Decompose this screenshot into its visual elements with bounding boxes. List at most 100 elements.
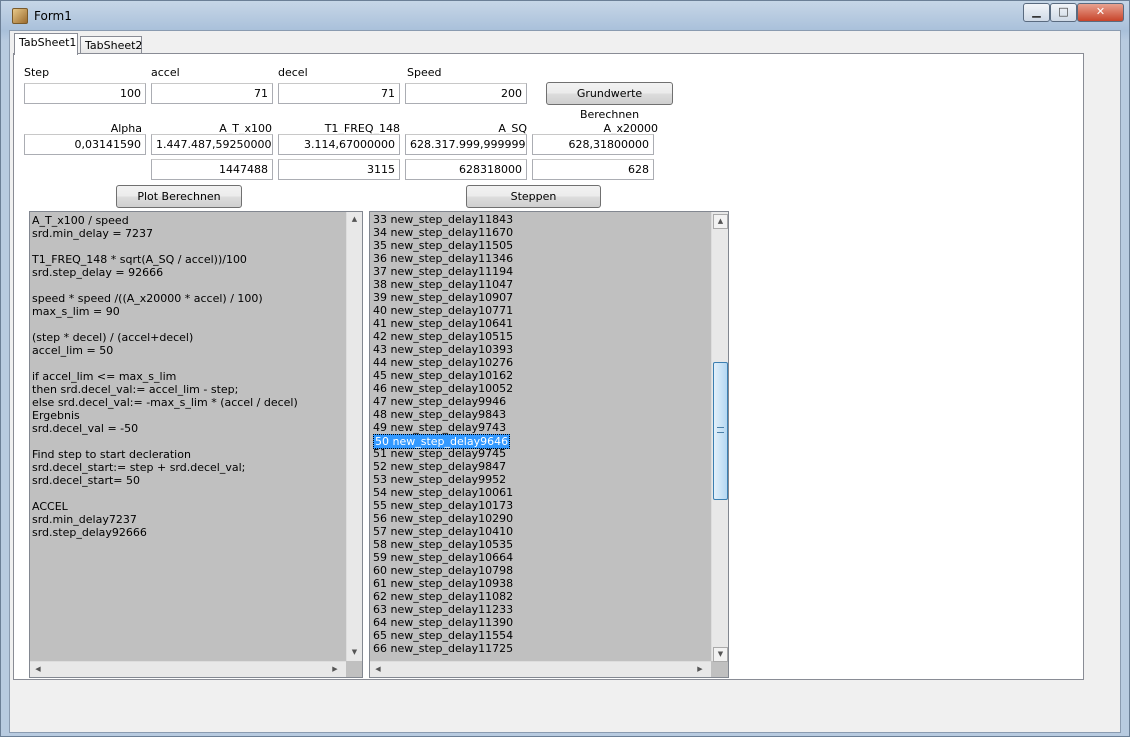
scroll-up-icon[interactable]: ▲ [347,215,362,223]
list-item[interactable]: 54 new_step_delay10061 [370,486,710,499]
memo-line [32,279,298,292]
list-item[interactable]: 59 new_step_delay10664 [370,551,710,564]
scroll-right-icon[interactable]: ▶ [330,665,340,673]
memo-line: ACCEL [32,500,68,513]
scroll-right-icon[interactable]: ▶ [695,665,705,673]
a-x20000-field[interactable]: 628,31800000 [532,134,654,155]
step-delay-listbox[interactable]: 33 new_step_delay11843 34 new_step_delay1… [369,211,729,678]
steppen-button[interactable]: Steppen [466,185,601,208]
decel-label: decel [278,66,308,79]
list-item[interactable]: 58 new_step_delay10535 [370,538,710,551]
list-item[interactable]: 33 new_step_delay11843 [370,213,710,226]
memo-line [32,318,298,331]
memo-line: srd.step_delay = 92666 [32,266,164,279]
list-item[interactable]: 57 new_step_delay10410 [370,525,710,538]
minimize-icon: ▁ [1032,5,1041,18]
list-item[interactable]: 51 new_step_delay9745 [370,447,710,460]
a-sq-int-field[interactable]: 628318000 [405,159,527,180]
memo-vertical-scrollbar[interactable]: ▲ ▼ [346,212,362,661]
list-vertical-scrollbar[interactable]: ▲ ▼ [711,212,728,662]
accel-input[interactable]: 71 [151,83,273,104]
step-input[interactable]: 100 [24,83,146,104]
t1-freq-148-int-field[interactable]: 3115 [278,159,400,180]
title-bar[interactable]: Form1 ▁ □ ✕ [1,1,1129,31]
scrollbar-thumb[interactable] [713,362,728,500]
a-x20000-int-field[interactable]: 628 [532,159,654,180]
list-item[interactable]: 37 new_step_delay11194 [370,265,710,278]
scroll-left-icon[interactable]: ◀ [33,665,43,673]
list-item[interactable]: 40 new_step_delay10771 [370,304,710,317]
list-horizontal-scrollbar[interactable]: ◀ ▶ [370,661,711,677]
window-title: Form1 [34,9,72,23]
app-icon[interactable] [12,8,28,24]
scroll-down-icon[interactable]: ▼ [713,647,728,662]
memo-line: A_T_x100 / speed [32,214,129,227]
t1-freq-148-field[interactable]: 3.114,67000000 [278,134,400,155]
tab-tabsheet1[interactable]: TabSheet1 [14,33,78,55]
list-item-label: 39 new_step_delay10907 [373,291,514,304]
close-button[interactable]: ✕ [1077,3,1124,22]
a-t-x100-field[interactable]: 1.447.487,59250000 [151,134,273,155]
memo-line: srd.min_delay = 7237 [32,227,154,240]
list-item[interactable]: 64 new_step_delay11390 [370,616,710,629]
list-item-label: 38 new_step_delay11047 [373,278,514,291]
scroll-down-icon[interactable]: ▼ [347,648,362,656]
list-item[interactable]: 45 new_step_delay10162 [370,369,710,382]
list-item[interactable]: 41 new_step_delay10641 [370,317,710,330]
speed-input[interactable]: 200 [405,83,527,104]
list-item[interactable]: 60 new_step_delay10798 [370,564,710,577]
calculation-memo[interactable]: A_T_x100 / speed srd.min_delay = 7237 T1_F… [29,211,363,678]
grundwerte-berechnen-button[interactable]: Grundwerte Berechnen [546,82,673,121]
scroll-left-icon[interactable]: ◀ [373,665,383,673]
a-sq-field[interactable]: 628.317.999,99999988 [405,134,527,155]
list-items: 33 new_step_delay11843 34 new_step_delay1… [370,213,710,655]
memo-line: speed * speed /((A_x20000 * accel) / 100… [32,292,263,305]
list-item[interactable]: 39 new_step_delay10907 [370,291,710,304]
list-item-label: 49 new_step_delay9743 [373,421,507,434]
memo-line: Find step to start decleration [32,448,191,461]
list-item[interactable]: 63 new_step_delay11233 [370,603,710,616]
list-item-label: 48 new_step_delay9843 [373,408,507,421]
list-item[interactable]: 52 new_step_delay9847 [370,460,710,473]
list-item[interactable]: 62 new_step_delay11082 [370,590,710,603]
list-item[interactable]: 66 new_step_delay11725 [370,642,710,655]
memo-line: srd.decel_start:= step + srd.decel_val; [32,461,246,474]
decel-input[interactable]: 71 [278,83,400,104]
list-item[interactable]: 61 new_step_delay10938 [370,577,710,590]
a-t-x100-int-field[interactable]: 1447488 [151,159,273,180]
minimize-button[interactable]: ▁ [1023,3,1050,22]
list-item[interactable]: 35 new_step_delay11505 [370,239,710,252]
memo-line: srd.decel_start= 50 [32,474,140,487]
list-item-label: 47 new_step_delay9946 [373,395,507,408]
list-item-label: 33 new_step_delay11843 [373,213,514,226]
list-item[interactable]: 34 new_step_delay11670 [370,226,710,239]
list-item-label: 59 new_step_delay10664 [373,551,514,564]
maximize-button[interactable]: □ [1050,3,1077,22]
list-item[interactable]: 48 new_step_delay9843 [370,408,710,421]
list-item[interactable]: 36 new_step_delay11346 [370,252,710,265]
memo-text: A_T_x100 / speed srd.min_delay = 7237 T1_F… [32,214,298,539]
list-item[interactable]: 46 new_step_delay10052 [370,382,710,395]
memo-horizontal-scrollbar[interactable]: ◀ ▶ [30,661,346,677]
list-item[interactable]: 42 new_step_delay10515 [370,330,710,343]
list-item[interactable]: 55 new_step_delay10173 [370,499,710,512]
memo-line: Ergebnis [32,409,80,422]
client-area: TabSheet1 TabSheet2 Step accel decel Spe… [9,30,1121,733]
list-item[interactable]: 43 new_step_delay10393 [370,343,710,356]
memo-line: srd.decel_val = -50 [32,422,139,435]
list-item[interactable]: 44 new_step_delay10276 [370,356,710,369]
memo-line: accel_lim = 50 [32,344,114,357]
list-item-label: 44 new_step_delay10276 [373,356,514,369]
list-item[interactable]: 56 new_step_delay10290 [370,512,710,525]
list-item[interactable]: 53 new_step_delay9952 [370,473,710,486]
scroll-up-icon[interactable]: ▲ [713,214,728,229]
list-item[interactable]: 65 new_step_delay11554 [370,629,710,642]
plot-berechnen-button[interactable]: Plot Berechnen [116,185,242,208]
list-item-label: 65 new_step_delay11554 [373,629,514,642]
memo-line [32,487,298,500]
list-item[interactable]: 50 new_step_delay9646 [370,434,710,449]
list-item[interactable]: 47 new_step_delay9946 [370,395,710,408]
list-item[interactable]: 49 new_step_delay9743 [370,421,710,434]
alpha-field[interactable]: 0,03141590 [24,134,146,155]
list-item[interactable]: 38 new_step_delay11047 [370,278,710,291]
